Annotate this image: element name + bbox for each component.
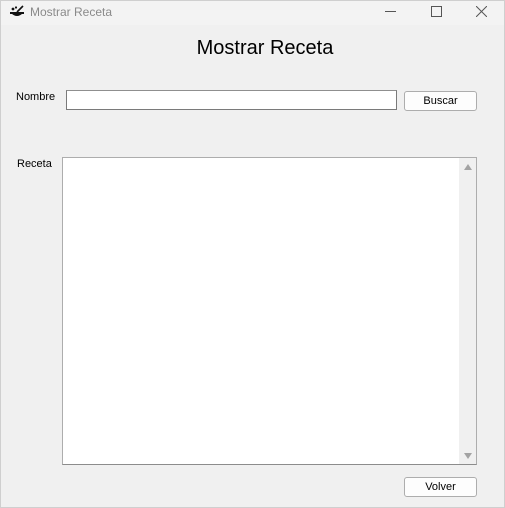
vertical-scrollbar[interactable] — [459, 158, 476, 464]
maximize-icon — [430, 4, 442, 22]
maximize-button[interactable] — [413, 1, 459, 25]
nombre-input[interactable] — [66, 90, 397, 110]
receta-textarea[interactable] — [62, 157, 477, 465]
title-bar[interactable]: Mostrar Receta — [1, 1, 504, 25]
nombre-label: Nombre — [16, 91, 56, 103]
volver-button[interactable]: Volver — [404, 477, 477, 497]
close-button[interactable] — [458, 1, 504, 25]
close-icon — [475, 4, 487, 22]
buscar-button[interactable]: Buscar — [404, 91, 477, 111]
page-title: Mostrar Receta — [196, 37, 334, 59]
window-title: Mostrar Receta — [30, 5, 113, 19]
app-window: Mostrar Receta Mostrar Receta Nombre Bus… — [0, 0, 505, 508]
arrow-down-icon — [463, 452, 472, 459]
scroll-up-button[interactable] — [459, 158, 476, 175]
minimize-icon — [384, 4, 396, 22]
minimize-button[interactable] — [367, 1, 413, 25]
receta-text[interactable] — [63, 158, 459, 464]
scroll-down-button[interactable] — [459, 447, 476, 464]
arrow-up-icon — [463, 163, 472, 170]
chef-hat-icon — [8, 4, 26, 22]
receta-label: Receta — [17, 158, 52, 170]
